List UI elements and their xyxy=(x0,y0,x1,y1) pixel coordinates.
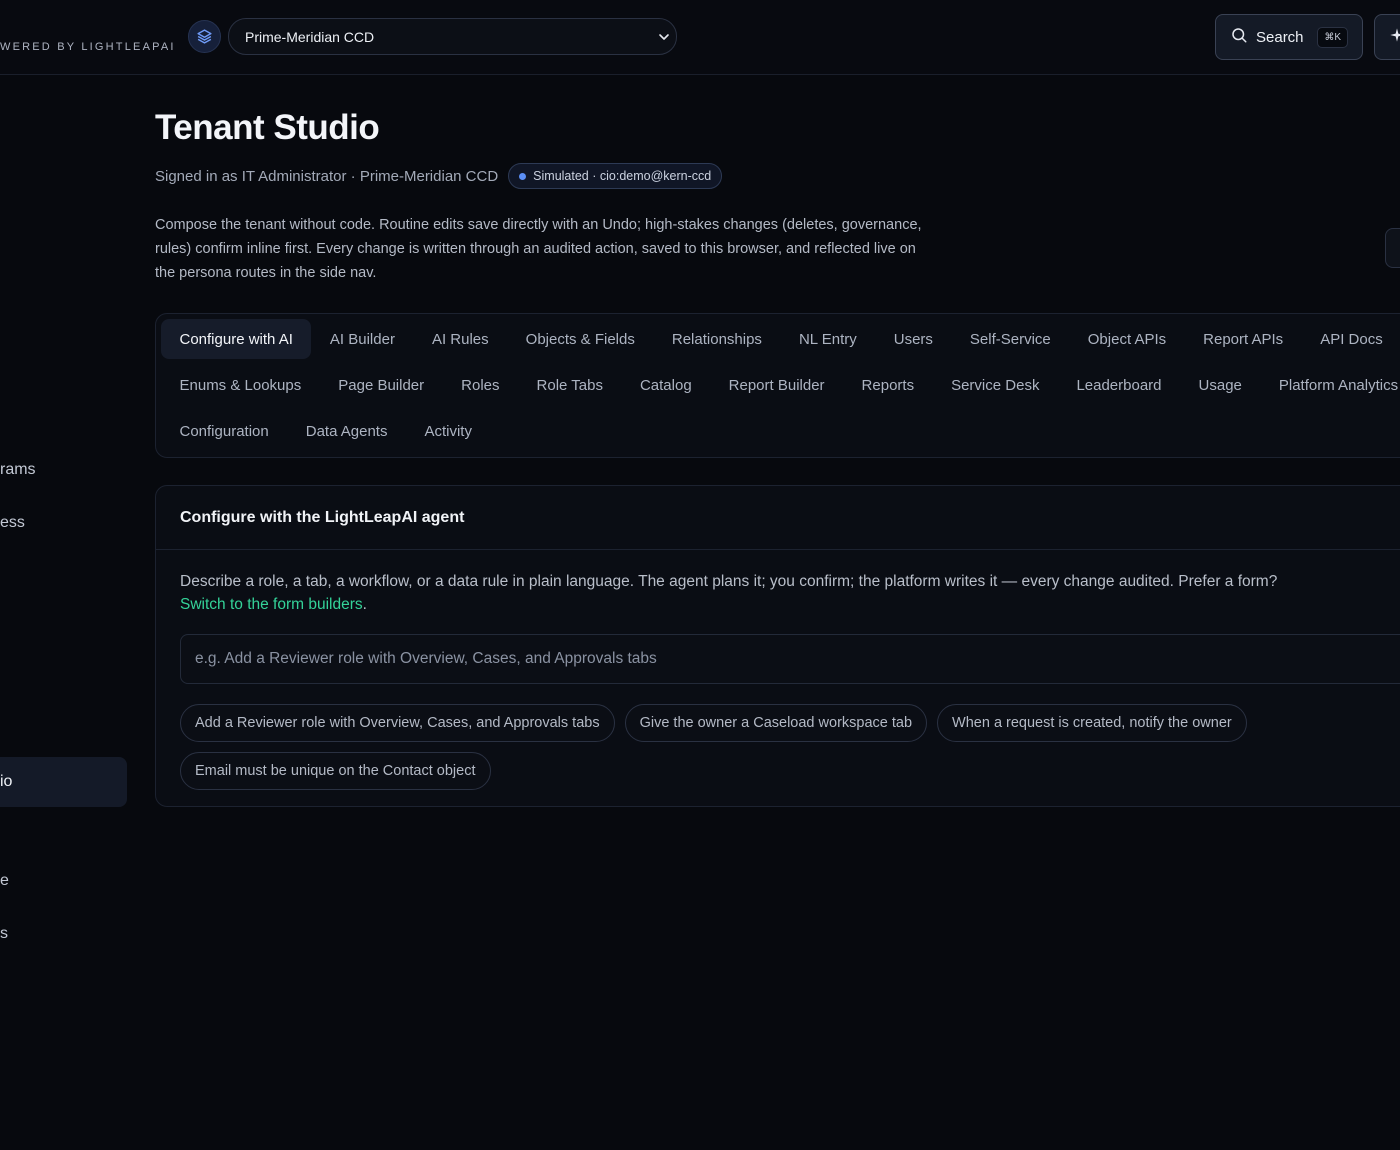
tab-self-service[interactable]: Self-Service xyxy=(951,319,1069,359)
tab-catalog[interactable]: Catalog xyxy=(621,365,710,405)
tenant-select[interactable]: Prime-Meridian CCD xyxy=(228,18,677,55)
tab-row-2: Enums & Lookups Page Builder Roles Role Tab… xyxy=(161,365,1400,405)
sidebar-item-label: io xyxy=(0,773,13,790)
suggestion-chip[interactable]: Add a Reviewer role with Overview, Cases… xyxy=(180,704,615,742)
tab-usage[interactable]: Usage xyxy=(1180,365,1260,405)
signed-in-line: Signed in as IT Administrator · Prime-Me… xyxy=(155,163,723,189)
sidebar-item-tenant-studio[interactable]: io xyxy=(0,757,127,807)
search-button[interactable]: Search ⌘K xyxy=(1215,14,1363,60)
tab-service-desk[interactable]: Service Desk xyxy=(933,365,1058,405)
sidebar-item-profile[interactable]: e xyxy=(0,872,9,890)
top-bar: WERED BY LIGHTLEAPAI Prime-Meridian CCD … xyxy=(0,0,1400,75)
search-label: Search xyxy=(1256,28,1304,46)
search-shortcut: ⌘K xyxy=(1317,26,1348,48)
tab-object-apis[interactable]: Object APIs xyxy=(1069,319,1184,359)
agent-description: Describe a role, a tab, a workflow, or a… xyxy=(180,573,1278,590)
tenant-select-value: Prime-Meridian CCD xyxy=(245,28,375,45)
tab-row-1: Configure with AI AI Builder AI Rules Objec… xyxy=(161,319,1400,359)
tab-api-docs[interactable]: API Docs xyxy=(1302,319,1400,359)
sidebar-item-settings[interactable]: s xyxy=(0,925,8,943)
tab-configure-with-ai[interactable]: Configure with AI xyxy=(161,319,312,359)
form-builders-link[interactable]: Switch to the form builders xyxy=(180,596,363,613)
signed-in-text: Signed in as IT Administrator · Prime-Me… xyxy=(155,167,499,185)
status-badge: Simulated · cio:demo@kern-ccd xyxy=(508,163,723,189)
tab-nl-entry[interactable]: NL Entry xyxy=(780,319,875,359)
tab-row-3: Configuration Data Agents Activity xyxy=(161,411,490,451)
sparkle-icon xyxy=(1389,27,1400,48)
tab-role-tabs[interactable]: Role Tabs xyxy=(518,365,621,405)
layers-icon[interactable] xyxy=(188,20,221,53)
agent-card-title: Configure with the LightLeapAI agent xyxy=(156,486,1400,550)
tab-activity[interactable]: Activity xyxy=(406,411,491,451)
page-description: Compose the tenant without code. Routine… xyxy=(155,217,922,281)
link-suffix: . xyxy=(362,596,367,613)
page-title: Tenant Studio xyxy=(155,108,380,147)
tab-ai-rules[interactable]: AI Rules xyxy=(413,319,507,359)
status-dot-icon xyxy=(519,172,527,180)
suggestion-chip[interactable]: Give the owner a Caseload workspace tab xyxy=(624,704,928,742)
tab-page-builder[interactable]: Page Builder xyxy=(320,365,443,405)
tab-leaderboard[interactable]: Leaderboard xyxy=(1058,365,1180,405)
tab-ai-builder[interactable]: AI Builder xyxy=(311,319,413,359)
tab-platform-analytics[interactable]: Platform Analytics xyxy=(1260,365,1400,405)
studio-tabs: Configure with AI AI Builder AI Rules Objec… xyxy=(155,313,1400,458)
chevron-down-icon xyxy=(656,29,672,48)
sidebar-item-programs[interactable]: rams xyxy=(0,461,36,479)
search-icon xyxy=(1230,26,1248,48)
tab-report-apis[interactable]: Report APIs xyxy=(1185,319,1302,359)
status-badge-label: Simulated · cio:demo@kern-ccd xyxy=(533,169,712,183)
tab-relationships[interactable]: Relationships xyxy=(653,319,780,359)
header-action-button[interactable] xyxy=(1385,228,1400,268)
tab-users[interactable]: Users xyxy=(875,319,951,359)
suggestion-chip[interactable]: When a request is created, notify the ow… xyxy=(937,704,1247,742)
tab-report-builder[interactable]: Report Builder xyxy=(710,365,843,405)
tab-configuration[interactable]: Configuration xyxy=(161,411,287,451)
ai-assistant-button[interactable] xyxy=(1374,14,1400,60)
agent-card: Configure with the LightLeapAI agent Des… xyxy=(155,485,1400,807)
agent-card-body: Describe a role, a tab, a workflow, or a… xyxy=(156,550,1400,790)
agent-prompt-input[interactable] xyxy=(180,634,1400,684)
tab-objects-and-fields[interactable]: Objects & Fields xyxy=(507,319,653,359)
suggestion-chips: Add a Reviewer role with Overview, Cases… xyxy=(180,704,1330,790)
tab-enums-and-lookups[interactable]: Enums & Lookups xyxy=(161,365,320,405)
tab-reports[interactable]: Reports xyxy=(843,365,933,405)
sidebar-item-access[interactable]: ess xyxy=(0,514,25,532)
tab-data-agents[interactable]: Data Agents xyxy=(287,411,406,451)
tab-roles[interactable]: Roles xyxy=(443,365,518,405)
agent-card-text: Describe a role, a tab, a workflow, or a… xyxy=(180,570,1360,616)
suggestion-chip[interactable]: Email must be unique on the Contact obje… xyxy=(180,752,491,790)
brand-label: WERED BY LIGHTLEAPAI xyxy=(0,41,176,53)
